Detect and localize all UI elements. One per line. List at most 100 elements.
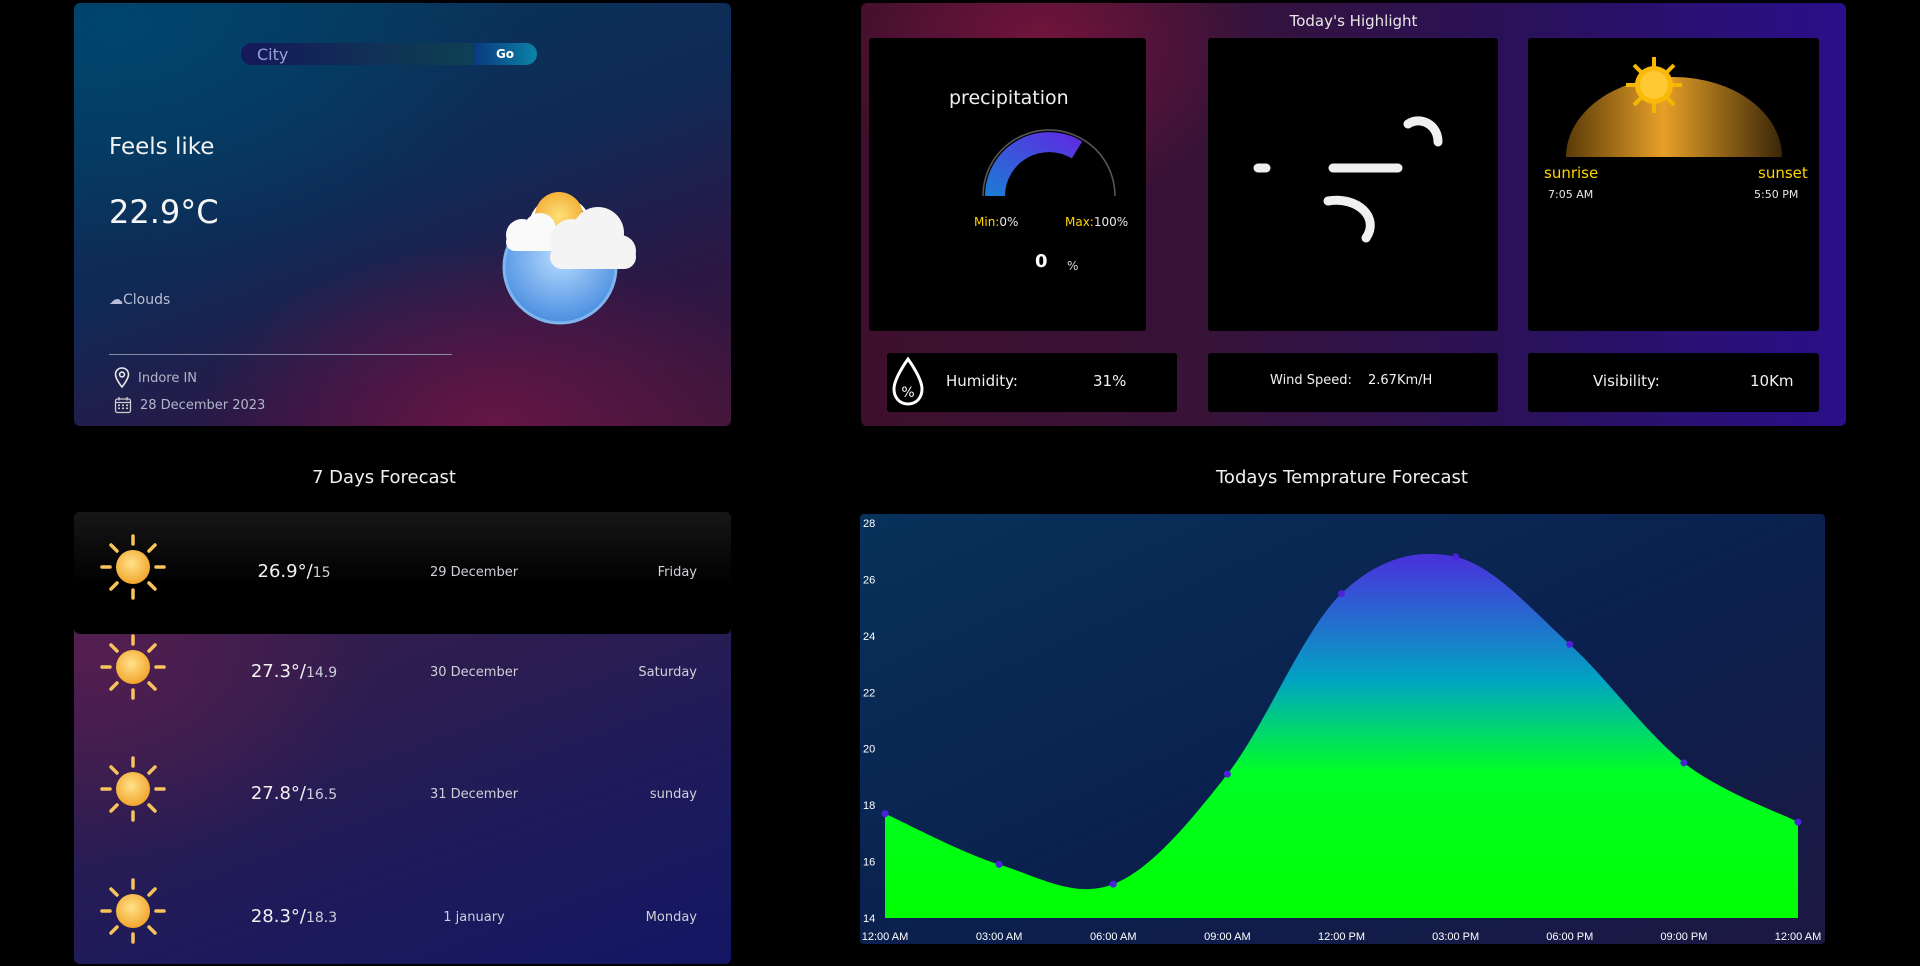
precipitation-value: 0 [1035, 251, 1048, 272]
sun-icon [100, 756, 166, 822]
temperature-point[interactable] [995, 860, 1003, 868]
forecast-high: 27.8°/ [250, 783, 306, 804]
x-tick-label: 06:00 PM [1546, 931, 1593, 943]
city-search-bar: Go [241, 43, 537, 65]
forecast-row[interactable]: 26.9°/15 29 December Friday [74, 512, 731, 634]
location-row: Indore IN [114, 367, 197, 389]
sun-panel: sunrise 7:05 AM sunset 5:50 PM [1528, 38, 1819, 331]
y-tick-label: 18 [863, 800, 875, 812]
forecast-date: 1 january [443, 910, 505, 925]
sunrise-time: 7:05 AM [1548, 188, 1594, 201]
forecast-temp: 26.9°/15 [244, 561, 344, 582]
gauge-min-value: 0% [999, 215, 1019, 229]
go-button[interactable]: Go [473, 43, 537, 65]
forecast-high: 28.3°/ [250, 906, 306, 927]
date-row: 28 December 2023 [114, 396, 265, 414]
forecast-date: 31 December [429, 787, 519, 802]
forecast-temp: 27.8°/16.5 [244, 783, 344, 804]
x-tick-label: 03:00 AM [976, 931, 1022, 943]
temperature-point[interactable] [1109, 880, 1117, 888]
y-tick-label: 26 [863, 574, 875, 586]
city-search-input[interactable] [241, 43, 473, 65]
humidity-value: 31% [1093, 372, 1127, 390]
forecast-date: 30 December [429, 665, 519, 680]
gauge-max-value: 100% [1093, 215, 1129, 229]
humidity-label: Humidity: [946, 372, 1018, 390]
temperature-point[interactable] [1452, 553, 1460, 561]
precipitation-gauge [982, 129, 1116, 197]
forecast-temp: 28.3°/18.3 [244, 906, 344, 927]
y-tick-label: 16 [863, 857, 875, 869]
humidity-panel: % Humidity: 31% [887, 353, 1177, 412]
sun-arc-icon [1566, 57, 1782, 157]
forecast-date: 29 December [429, 565, 519, 580]
temperature-chart-title: Todays Temprature Forecast [1216, 467, 1468, 488]
forecast-row[interactable]: 28.3°/18.3 1 january Monday [74, 878, 731, 964]
x-tick-label: 12:00 AM [862, 931, 908, 943]
temperature-point[interactable] [1223, 770, 1231, 778]
location-text: Indore IN [138, 370, 198, 386]
cloud-sun-icon [502, 192, 636, 325]
x-tick-label: 09:00 PM [1660, 931, 1707, 943]
temperature-point[interactable] [881, 810, 889, 818]
calendar-icon [114, 397, 132, 414]
wind-speed-label: Wind Speed: [1270, 373, 1352, 388]
gauge-max: Max:100% [1065, 215, 1128, 229]
highlight-card: Today's Highlight precipitation Min:0% M… [861, 3, 1846, 426]
forecast-row[interactable]: 27.3°/14.9 30 December Saturday [74, 634, 731, 756]
y-tick-label: 24 [863, 631, 875, 643]
gauge-min-label: Min: [974, 215, 1000, 229]
date-text: 28 December 2023 [140, 397, 266, 413]
gauge-min: Min:0% [974, 215, 1018, 229]
forecast-high: 27.3°/ [250, 661, 306, 682]
sun-icon [100, 634, 166, 700]
visibility-label: Visibility: [1593, 372, 1660, 390]
current-weather-card: Go Feels like 22.9°C ☁Clouds Indore IN 2… [74, 3, 731, 426]
forecast-title: 7 Days Forecast [312, 467, 456, 488]
forecast-day: Saturday [638, 665, 697, 680]
wind-speed-panel: Wind Speed: 2.67Km/H [1208, 353, 1498, 412]
location-pin-icon [114, 367, 130, 389]
x-tick-label: 03:00 PM [1432, 931, 1479, 943]
sunrise-label: sunrise [1544, 164, 1599, 182]
highlight-title: Today's Highlight [1289, 12, 1418, 30]
sun-icon [100, 534, 166, 600]
y-tick-label: 20 [863, 744, 875, 756]
wind-panel [1208, 38, 1498, 331]
forecast-day: sunday [649, 787, 697, 802]
temperature-point[interactable] [1566, 640, 1574, 648]
precipitation-panel: precipitation Min:0% Max:100% 0 % [869, 38, 1146, 331]
y-tick-label: 22 [863, 687, 875, 699]
temperature-point[interactable] [1794, 818, 1802, 826]
y-tick-label: 14 [863, 913, 875, 925]
forecast-low: 16.5 [305, 787, 338, 803]
sunset-time: 5:50 PM [1754, 188, 1799, 201]
y-tick-label: 28 [863, 518, 875, 530]
forecast-low: 15 [312, 565, 331, 581]
wind-speed-value: 2.67Km/H [1368, 373, 1433, 388]
forecast-list: 26.9°/15 29 December Friday 27.3°/14.9 3… [74, 512, 731, 964]
visibility-panel: Visibility: 10Km [1528, 353, 1819, 412]
gauge-max-label: Max: [1065, 215, 1094, 229]
sunset-label: sunset [1758, 164, 1808, 182]
divider [109, 354, 452, 355]
x-tick-label: 09:00 AM [1204, 931, 1250, 943]
forecast-row[interactable]: 27.8°/16.5 31 December sunday [74, 756, 731, 878]
forecast-day: Monday [645, 910, 697, 925]
precipitation-label: precipitation [949, 87, 1069, 109]
temperature-point[interactable] [1680, 759, 1688, 767]
visibility-value: 10Km [1750, 372, 1794, 390]
svg-text:%: % [901, 385, 914, 401]
forecast-temp: 27.3°/14.9 [244, 661, 344, 682]
humidity-drop-icon: % [892, 356, 924, 406]
forecast-low: 14.9 [305, 665, 338, 681]
x-tick-label: 12:00 PM [1318, 931, 1365, 943]
x-tick-label: 12:00 AM [1775, 931, 1821, 943]
temperature-point[interactable] [1338, 590, 1345, 598]
wind-icon [1253, 116, 1443, 243]
current-temperature: 22.9°C [109, 193, 219, 231]
forecast-low: 18.3 [305, 910, 338, 926]
temperature-chart: 14 16 18 20 22 24 26 28 12:00 AM 03:00 AM 06:00 A… [860, 514, 1825, 944]
x-tick-label: 06:00 AM [1090, 931, 1136, 943]
forecast-day: Friday [657, 565, 697, 580]
